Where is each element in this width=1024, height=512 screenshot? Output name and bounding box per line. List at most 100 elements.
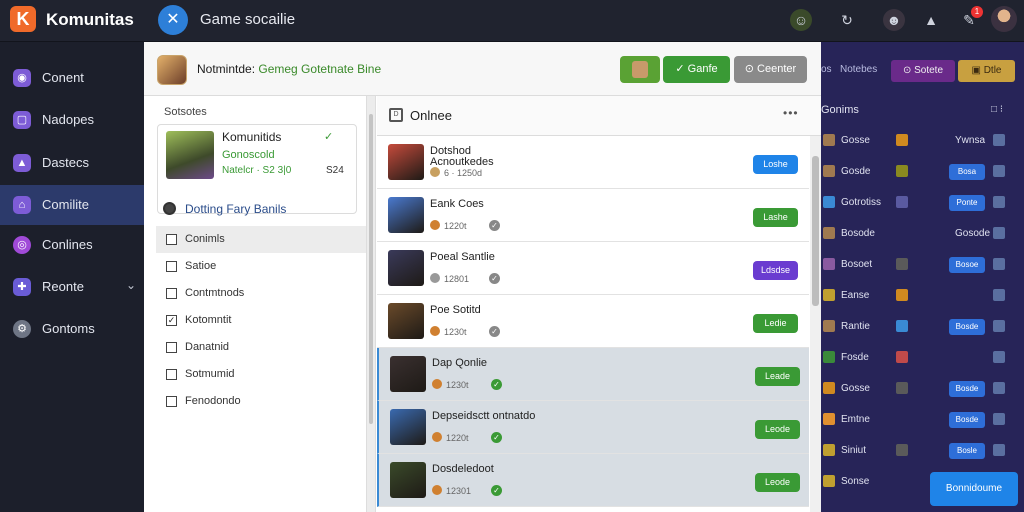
edit-icon[interactable]	[993, 320, 1005, 332]
edit-icon[interactable]	[993, 382, 1005, 394]
confirm-button[interactable]: ✓ Ganfe	[663, 56, 730, 83]
backdrop-list-item[interactable]: Fosde	[821, 343, 1024, 374]
backdrop-chip[interactable]: ⊙ Sotete	[891, 60, 955, 82]
item-action-button[interactable]: Leode	[755, 420, 800, 439]
edit-icon[interactable]	[993, 258, 1005, 270]
edit-icon[interactable]	[993, 134, 1005, 146]
backdrop-list-item[interactable]: Gosse Bosde	[821, 374, 1024, 405]
notification-icon[interactable]: ▲	[920, 9, 942, 31]
user-icon[interactable]: ☻	[883, 9, 905, 31]
backdrop-list-item[interactable]: Gotrotiss Ponte	[821, 188, 1024, 219]
more-icon[interactable]: •••	[783, 106, 799, 120]
item-meta: 12801	[444, 274, 470, 284]
edit-icon[interactable]	[993, 289, 1005, 301]
chevron-down-icon[interactable]: ⌄	[126, 278, 136, 292]
edit-icon[interactable]	[993, 196, 1005, 208]
option-row[interactable]: Conimls	[156, 226, 366, 253]
backdrop-list-item[interactable]: Rantie Bosde	[821, 312, 1024, 343]
profile-image-button[interactable]	[620, 56, 660, 83]
list-item[interactable]: Dosdeledoot 12301 ✓ Leode	[377, 454, 809, 507]
notification-badge: 1	[971, 6, 983, 18]
item-label: Emtne	[841, 414, 870, 425]
list-item[interactable]: Dotshod Acnoutkedes6 · 1250d✓Loshe	[377, 136, 809, 189]
refresh-icon[interactable]: ↻	[836, 9, 858, 31]
backdrop-list-item[interactable]: Bosode Gosode	[821, 219, 1024, 250]
app-root: K Komunitas ✕ Game socailie ☺ ↻ ☻ ▲ ✎ 1 …	[0, 0, 1024, 512]
checkbox[interactable]	[166, 369, 177, 380]
item-action-button[interactable]: Leade	[755, 367, 800, 386]
character-icon[interactable]: ☺	[790, 9, 812, 31]
edit-icon[interactable]	[993, 444, 1005, 456]
vs-icon[interactable]: ✕	[158, 5, 188, 35]
backdrop-list-item[interactable]: Gosde Bosa	[821, 157, 1024, 188]
scrollbar-thumb[interactable]	[369, 114, 373, 424]
community-card[interactable]: Komunitids ✓ Gonoscold Natelcr · S2 3|0 …	[157, 124, 357, 214]
item-button[interactable]: Bosa	[949, 164, 985, 180]
game-thumbnail	[390, 409, 426, 445]
sidebar-item-label: Dastecs	[42, 155, 89, 170]
game-thumbnail	[390, 462, 426, 498]
list-item[interactable]: Depseidsctt ontnatdo 1220t ✓ Leode	[377, 401, 809, 454]
backdrop-action-button[interactable]: Bonnidoume	[930, 472, 1018, 506]
backdrop-list-item[interactable]: Gosse Ywnsa	[821, 126, 1024, 157]
backdrop-header-label: os	[821, 64, 832, 75]
checkbox[interactable]	[166, 342, 177, 353]
avatar[interactable]	[991, 6, 1017, 32]
backdrop-list-item[interactable]: Eanse	[821, 281, 1024, 312]
option-row[interactable]: Danatnid	[156, 334, 366, 361]
edit-icon[interactable]	[993, 351, 1005, 363]
option-row[interactable]: Satioe	[156, 253, 366, 280]
item-label: Gosse	[841, 383, 870, 394]
scrollbar[interactable]	[810, 136, 821, 512]
item-action-button[interactable]: Ldsdse	[753, 261, 798, 280]
sidebar-item-comilite[interactable]: ⌂ Comilite	[0, 185, 144, 225]
sidebar-item-gontoms[interactable]: ⚙ Gontoms	[0, 309, 144, 349]
backdrop-chip[interactable]: ▣ Dtle	[958, 60, 1015, 82]
item-button[interactable]: Bosle	[949, 443, 985, 459]
checkbox[interactable]: ✓	[166, 315, 177, 326]
radio-button[interactable]	[163, 202, 176, 215]
sidebar-item-conent[interactable]: ◉ Conent	[0, 58, 144, 98]
item-action-button[interactable]: Loshe	[753, 155, 798, 174]
item-button[interactable]: Bosoe	[949, 257, 985, 273]
tag-icon	[896, 258, 908, 270]
app-title: Komunitas	[46, 10, 134, 29]
option-row[interactable]: Contmtnods	[156, 280, 366, 307]
item-button[interactable]: Ponte	[949, 195, 985, 211]
edit-icon[interactable]	[993, 165, 1005, 177]
list-item[interactable]: Poeal Santlie 12801 ✓ Ldsdse	[377, 242, 809, 295]
option-row[interactable]: Sotmumid	[156, 361, 366, 388]
backdrop-list-item[interactable]: Siniut Bosle	[821, 436, 1024, 467]
item-button[interactable]: Bosde	[949, 412, 985, 428]
item-action-button[interactable]: Lashe	[753, 208, 798, 227]
item-button[interactable]: Bosde	[949, 381, 985, 397]
scrollbar-thumb[interactable]	[812, 156, 819, 306]
checkbox[interactable]	[166, 234, 177, 245]
checkbox[interactable]	[166, 261, 177, 272]
backdrop-list-item[interactable]: Emtne Bosde	[821, 405, 1024, 436]
edit-icon[interactable]	[993, 227, 1005, 239]
item-action-button[interactable]: Leode	[755, 473, 800, 492]
backdrop-list-item[interactable]: Bosoet Bosoe	[821, 250, 1024, 281]
panel-splitter[interactable]	[366, 96, 376, 512]
sidebar-item-dastecs[interactable]: ▲ Dastecs	[0, 143, 144, 183]
item-button[interactable]: Bosde	[949, 319, 985, 335]
item-title: Dap Qonlie	[432, 357, 488, 369]
list-item[interactable]: Eank Coes 1220t ✓ Lashe	[377, 189, 809, 242]
option-row[interactable]: Fenodondo	[156, 388, 366, 415]
sidebar-item-reonte[interactable]: ✚ Reonte ⌄	[0, 267, 144, 307]
item-icon	[823, 165, 835, 177]
community-meta-count: S24	[326, 165, 344, 176]
item-action-button[interactable]: Ledie	[753, 314, 798, 333]
checkbox[interactable]	[166, 396, 177, 407]
list-item[interactable]: Dap Qonlie 1230t ✓ Leade	[377, 348, 809, 401]
edit-icon[interactable]	[993, 413, 1005, 425]
center-button[interactable]: ⊙ Ceenter	[734, 56, 807, 83]
status-dot	[430, 326, 440, 336]
app-logo[interactable]: K	[10, 6, 36, 32]
sidebar-item-nadopes[interactable]: ▢ Nadopes	[0, 100, 144, 140]
option-row[interactable]: ✓ Kotomntit	[156, 307, 366, 334]
sidebar-item-conlines[interactable]: ◎ Conlines	[0, 225, 144, 265]
checkbox[interactable]	[166, 288, 177, 299]
list-item[interactable]: Poe Sotitd 1230t ✓ Ledie	[377, 295, 809, 348]
